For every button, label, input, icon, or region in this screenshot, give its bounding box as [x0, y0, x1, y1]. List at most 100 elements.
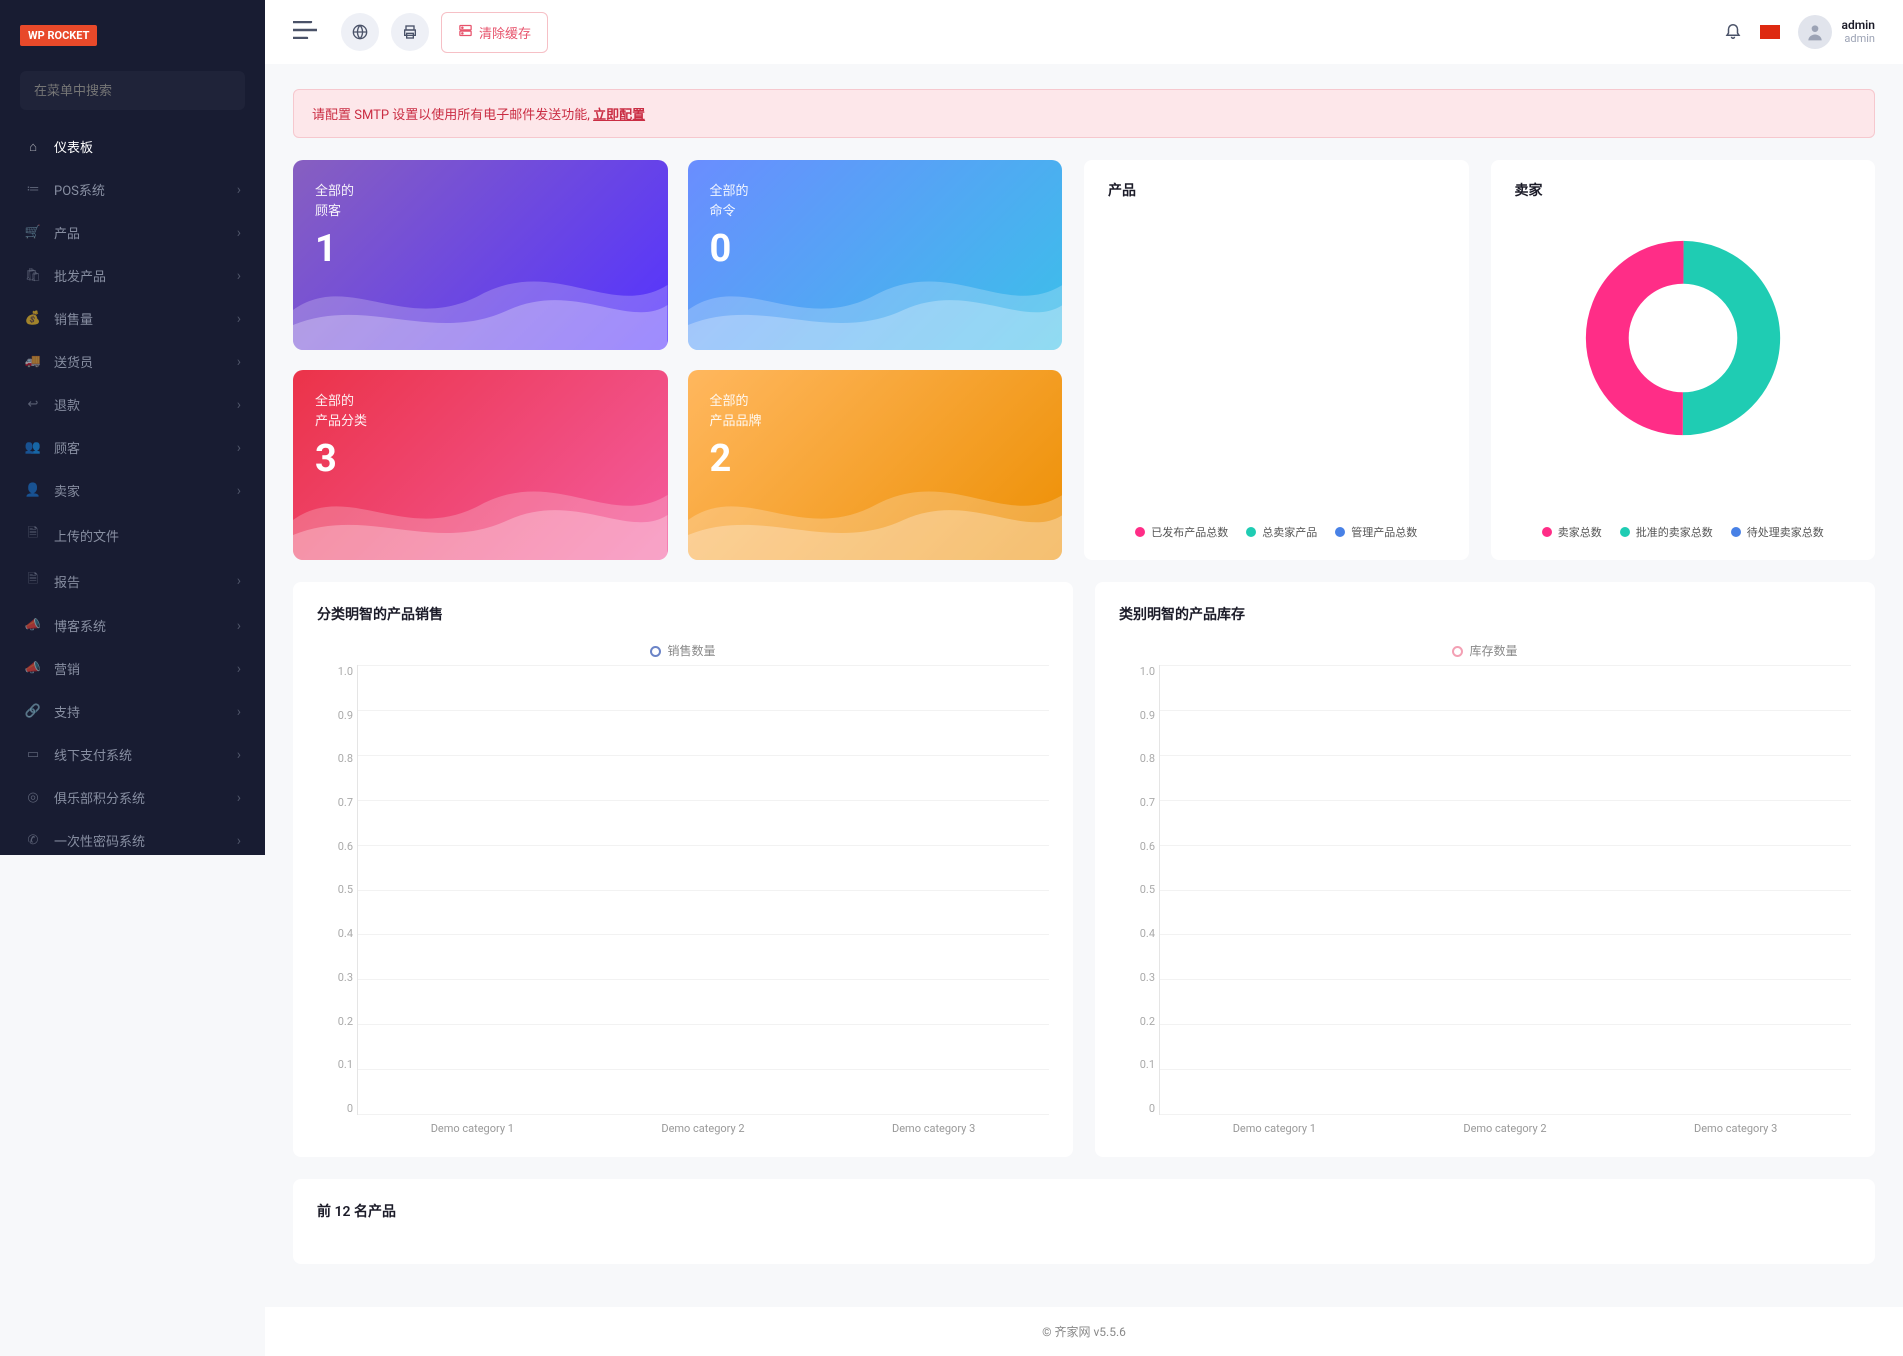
legend-item[interactable]: 待处理卖家总数: [1731, 524, 1824, 540]
sidebar-item[interactable]: ≔POS系统›: [0, 168, 265, 211]
sidebar-item-icon: 👤: [24, 483, 42, 498]
chart-panel: 分类明智的产品销售 销售数量 1.00.90.80.70.60.50.40.30…: [293, 582, 1073, 1157]
chart-title: 类别明智的产品库存: [1119, 604, 1851, 624]
user-name: admin: [1842, 19, 1875, 32]
sidebar-item[interactable]: 👥顾客›: [0, 426, 265, 469]
topbar-left: 清除缓存: [293, 12, 548, 53]
x-ticks: Demo category 1Demo category 2Demo categ…: [1159, 1122, 1851, 1135]
user-menu[interactable]: admin admin: [1798, 15, 1875, 49]
y-ticks: 1.00.90.80.70.60.50.40.30.20.10: [317, 665, 353, 1115]
sidebar-item-label: 上传的文件: [54, 526, 119, 545]
products-legend: 已发布产品总数 总卖家产品 管理产品总数: [1108, 524, 1445, 540]
sidebar-item-label: 俱乐部积分系统: [54, 788, 145, 807]
sidebar-item[interactable]: 🛒产品›: [0, 211, 265, 254]
legend-item[interactable]: 卖家总数: [1542, 524, 1602, 540]
sidebar-item[interactable]: ✆一次性密码系统›: [0, 819, 265, 855]
smtp-alert: 请配置 SMTP 设置以使用所有电子邮件发送功能, 立即配置: [293, 89, 1875, 138]
wave-icon: [293, 450, 668, 560]
sellers-panel-wrap: 卖家 卖家总数批准的卖家总数待处理卖家总数: [1491, 160, 1876, 560]
topbar-right: admin admin: [1724, 15, 1875, 49]
x-ticks: Demo category 1Demo category 2Demo categ…: [357, 1122, 1049, 1135]
sellers-panel: 卖家 卖家总数批准的卖家总数待处理卖家总数: [1491, 160, 1876, 560]
logo-wrap: WP ROCKET: [0, 0, 265, 71]
chevron-right-icon: ›: [237, 440, 241, 456]
sidebar-item[interactable]: 🔗支持›: [0, 690, 265, 733]
sidebar-item[interactable]: 👤卖家›: [0, 469, 265, 512]
print-button[interactable]: [391, 13, 429, 51]
legend-dot-icon: [1620, 527, 1630, 537]
sidebar-item-label: 产品: [54, 223, 80, 242]
chevron-right-icon: ›: [237, 182, 241, 198]
legend-dot-icon: [650, 646, 661, 657]
sidebar-item-icon: 💰: [24, 311, 42, 326]
alert-link[interactable]: 立即配置: [593, 108, 645, 123]
sidebar-item[interactable]: 📣博客系统›: [0, 604, 265, 647]
stat-grid-wrap: 全部的顾客 1 全部的命令 0 全部的产品分类 3 全部的产品品牌 2: [293, 160, 1062, 560]
axis-chart: 1.00.90.80.70.60.50.40.30.20.10 Demo cat…: [1119, 665, 1851, 1135]
server-icon: [458, 23, 473, 42]
legend-item[interactable]: 管理产品总数: [1335, 524, 1417, 540]
menu-toggle-icon[interactable]: [293, 21, 321, 43]
legend-label: 管理产品总数: [1351, 524, 1417, 540]
chart-grid: [357, 665, 1049, 1115]
sidebar-item-label: 一次性密码系统: [54, 831, 145, 850]
sidebar-item-icon: ≔: [24, 182, 42, 197]
legend-item[interactable]: 已发布产品总数: [1135, 524, 1228, 540]
legend-label: 总卖家产品: [1262, 524, 1317, 540]
chevron-right-icon: ›: [237, 354, 241, 370]
chart-panel: 类别明智的产品库存 库存数量 1.00.90.80.70.60.50.40.30…: [1095, 582, 1875, 1157]
sidebar-item[interactable]: ◎俱乐部积分系统›: [0, 776, 265, 819]
legend-label: 批准的卖家总数: [1636, 524, 1713, 540]
sellers-legend: 卖家总数 批准的卖家总数 待处理卖家总数: [1515, 524, 1852, 540]
products-panel-title: 产品: [1108, 180, 1445, 200]
sidebar-item-icon: ↩: [24, 397, 42, 412]
chevron-right-icon: ›: [237, 618, 241, 634]
sidebar-item-icon: ✆: [24, 833, 42, 848]
legend-dot-icon: [1452, 646, 1463, 657]
chart-row: 分类明智的产品销售 销售数量 1.00.90.80.70.60.50.40.30…: [293, 582, 1875, 1157]
sidebar-item[interactable]: ↩退款›: [0, 383, 265, 426]
chart-legend[interactable]: 库存数量: [1119, 642, 1851, 659]
sidebar-item[interactable]: 💰销售量›: [0, 297, 265, 340]
stat-card: 全部的顾客 1: [293, 160, 668, 350]
sidebar-item-label: 送货员: [54, 352, 93, 371]
legend-dot-icon: [1335, 527, 1345, 537]
notifications-icon[interactable]: [1724, 21, 1742, 43]
stat-grid: 全部的顾客 1 全部的命令 0 全部的产品分类 3 全部的产品品牌 2: [293, 160, 1062, 560]
x-tick-label: Demo category 2: [661, 1122, 744, 1135]
sidebar-item[interactable]: 📣营销›: [0, 647, 265, 690]
globe-button[interactable]: [341, 13, 379, 51]
sidebar-item-label: 营销: [54, 659, 80, 678]
sidebar-item-label: 支持: [54, 702, 80, 721]
sidebar-item[interactable]: 🛍批发产品›: [0, 254, 265, 297]
sidebar-item-label: 销售量: [54, 309, 93, 328]
stat-card: 全部的产品品牌 2: [688, 370, 1063, 560]
sidebar-item-label: 仪表板: [54, 137, 93, 156]
sidebar-item[interactable]: ▭线下支付系统›: [0, 733, 265, 776]
sidebar-search-input[interactable]: [20, 71, 245, 110]
chevron-right-icon: ›: [237, 573, 241, 589]
chart-legend[interactable]: 销售数量: [317, 642, 1049, 659]
legend-item[interactable]: 总卖家产品: [1246, 524, 1317, 540]
wave-icon: [688, 240, 1063, 350]
sidebar-nav: ⌂仪表板≔POS系统›🛒产品›🛍批发产品›💰销售量›🚚送货员›↩退款›👥顾客›👤…: [0, 125, 265, 855]
chevron-right-icon: ›: [237, 747, 241, 763]
legend-label: 待处理卖家总数: [1747, 524, 1824, 540]
sidebar-item[interactable]: 🚚送货员›: [0, 340, 265, 383]
legend-item[interactable]: 批准的卖家总数: [1620, 524, 1713, 540]
sidebar-item[interactable]: 🗎报告›: [0, 558, 265, 604]
user-role: admin: [1842, 33, 1875, 45]
topbar: 清除缓存 admin admin: [265, 0, 1903, 64]
logo[interactable]: WP ROCKET: [20, 25, 97, 46]
sidebar-item-label: 博客系统: [54, 616, 106, 635]
locale-flag-icon[interactable]: [1760, 25, 1780, 39]
sidebar-item[interactable]: ⌂仪表板: [0, 125, 265, 168]
top12-panel: 前 12 名产品: [293, 1179, 1875, 1264]
stat-card: 全部的产品分类 3: [293, 370, 668, 560]
sidebar-item[interactable]: 🗎上传的文件: [0, 512, 265, 558]
sidebar-item-icon: 📣: [24, 661, 42, 676]
products-panel-wrap: 产品 已发布产品总数 总卖家产品 管理产品总数: [1084, 160, 1469, 560]
clear-cache-button[interactable]: 清除缓存: [441, 12, 548, 53]
sidebar-item-icon: ◎: [24, 790, 42, 805]
sidebar-item-label: 退款: [54, 395, 80, 414]
